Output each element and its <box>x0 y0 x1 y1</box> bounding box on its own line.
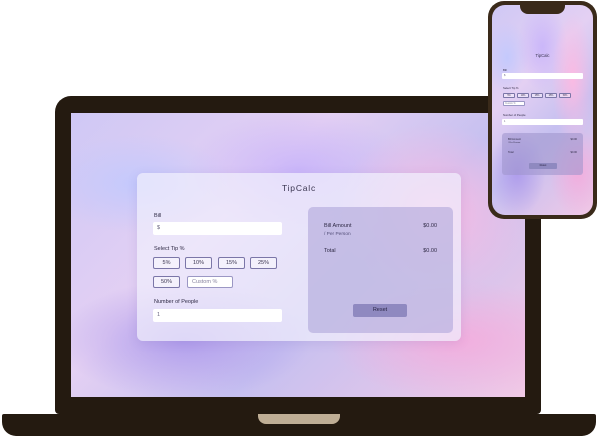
phone-bill-amount-value: $0.00 <box>570 138 578 141</box>
total-value: $0.00 <box>423 248 437 254</box>
phone-reset-button[interactable]: Reset <box>529 163 557 169</box>
people-label: Number of People <box>154 299 199 305</box>
phone-tip-25-button[interactable]: 25% <box>545 93 557 98</box>
tipcalc-card: TipCalc Bill $ Select Tip % 5% 10% 15% 2… <box>137 173 461 341</box>
phone-people-label: Number of People <box>503 113 526 117</box>
tip-50-button[interactable]: 50% <box>153 276 180 288</box>
phone-tip-5-button[interactable]: 5% <box>503 93 515 98</box>
people-input[interactable]: 1 <box>153 309 282 322</box>
tip-5-button[interactable]: 5% <box>153 257 180 269</box>
phone-bill-amount-label: Bill Amount <box>508 138 521 141</box>
phone-bill-label: Bill <box>503 68 507 72</box>
phone-tip-15-button[interactable]: 15% <box>531 93 543 98</box>
bill-input[interactable]: $ <box>153 222 282 235</box>
bill-amount-label: Bill Amount <box>324 223 352 229</box>
phone-people-input[interactable]: 1 <box>502 119 583 125</box>
phone-per-person-label: / Per Person <box>508 142 521 144</box>
bill-amount-value: $0.00 <box>423 223 437 229</box>
phone-custom-tip-input[interactable]: Custom % <box>503 101 525 106</box>
phone-total-label: Total <box>508 151 514 154</box>
app-title: TipCalc <box>281 183 317 193</box>
custom-tip-input[interactable]: Custom % <box>187 276 233 288</box>
phone-screen: TipCalc Bill $ Select Tip % 5% 10% 15% 2… <box>492 5 593 215</box>
per-person-label: / Per Person <box>324 232 351 237</box>
laptop-screen: TipCalc Bill $ Select Tip % 5% 10% 15% 2… <box>71 113 525 397</box>
phone-bill-input[interactable]: $ <box>502 73 583 79</box>
result-panel: Bill Amount / Per Person $0.00 Total $0.… <box>308 207 453 333</box>
phone-notch <box>520 5 565 14</box>
phone-tip-label: Select Tip % <box>503 86 519 90</box>
phone-result-panel: Bill Amount / Per Person $0.00 Total $0.… <box>502 133 583 175</box>
tip-25-button[interactable]: 25% <box>250 257 277 269</box>
tip-label: Select Tip % <box>154 246 185 252</box>
reset-button[interactable]: Reset <box>353 304 407 317</box>
total-label: Total <box>324 248 336 254</box>
phone-tip-10-button[interactable]: 10% <box>517 93 529 98</box>
laptop-notch <box>258 414 340 424</box>
phone-tip-50-button[interactable]: 50% <box>559 93 571 98</box>
phone-total-value: $0.00 <box>570 151 578 154</box>
bill-label: Bill <box>154 213 162 219</box>
tip-15-button[interactable]: 15% <box>218 257 245 269</box>
phone-app-title: TipCalc <box>535 53 550 58</box>
tip-10-button[interactable]: 10% <box>185 257 212 269</box>
